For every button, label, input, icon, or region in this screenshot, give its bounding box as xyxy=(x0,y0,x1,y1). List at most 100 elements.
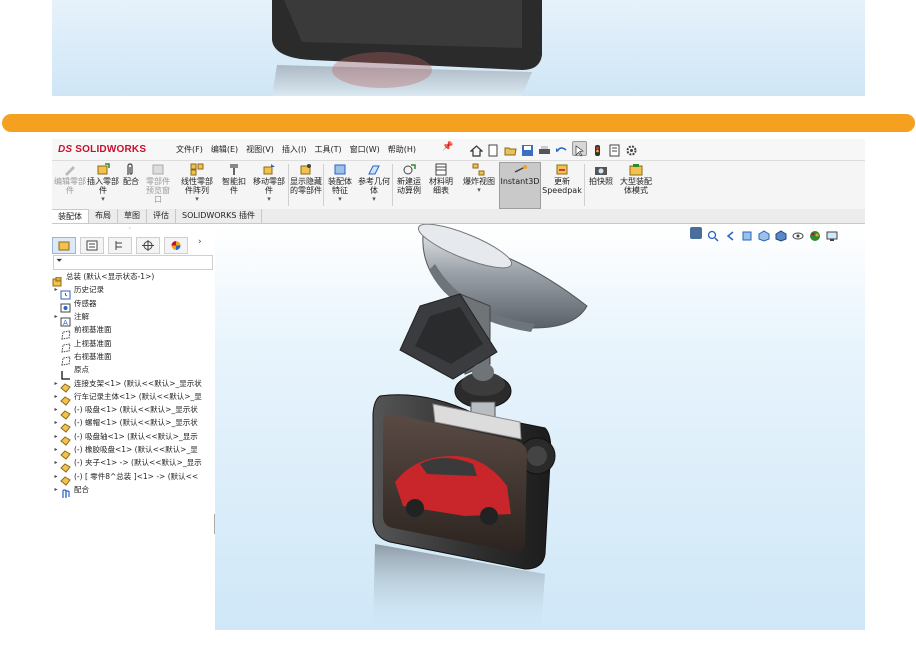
tree-item[interactable]: ▸ (-) 螺帽<1> (默认<<默认>_显示状 xyxy=(52,416,215,433)
assembly-feature-button[interactable]: 装配体特征 ▾ xyxy=(325,163,355,203)
tree-item[interactable]: ▸ (-) 夹子<1> -> (默认<<默认>_显示 xyxy=(52,456,215,473)
tree-item[interactable]: 前视基准面 xyxy=(52,323,215,340)
tree-item[interactable]: ▸ (-) 吸盘<1> (默认<<默认>_显示状 xyxy=(52,403,215,420)
tree-item[interactable]: ▸ (-) 橡胶吸盘<1> (默认<<默认>_显 xyxy=(52,443,215,460)
exploded-view-button[interactable]: 爆炸视图 ▾ xyxy=(462,163,496,194)
tree-item-label: 行车记录主体<1> (默认<<默认>_显 xyxy=(74,391,202,401)
tab-assembly[interactable]: 装配体 xyxy=(52,209,89,223)
move-component-dropdown-icon[interactable]: ▾ xyxy=(267,195,271,203)
tree-item[interactable]: 传感器 xyxy=(52,297,215,313)
tree-item[interactable]: ▸ (-) 吸盘轴<1> (默认<<默认>_显示 xyxy=(52,430,215,446)
print-icon[interactable] xyxy=(538,142,551,155)
expand-arrow-icon[interactable]: ▸ xyxy=(52,473,60,480)
pin-icon[interactable]: 📌 xyxy=(442,142,453,152)
expand-arrow-icon[interactable]: ▸ xyxy=(52,419,60,426)
reference-geometry-button[interactable]: 参考几何体 ▾ xyxy=(357,163,391,203)
smart-fastener-button[interactable]: 智能扣件 xyxy=(219,163,249,195)
move-component-button[interactable]: 移动零部件 ▾ xyxy=(252,163,286,203)
edit-part-button[interactable]: 编辑零部件 xyxy=(54,163,86,195)
expand-arrow-icon[interactable]: ▸ xyxy=(52,313,60,320)
menu-bar: DS SOLIDWORKS 文件(F) 编辑(E) 视图(V) 插入(I) 工具… xyxy=(52,139,865,161)
show-hidden-label: 显示隐藏的零部件 xyxy=(290,177,322,195)
instant3d-label: Instant3D xyxy=(500,177,540,186)
expand-arrow-icon[interactable]: ▸ xyxy=(52,433,60,440)
tree-item[interactable]: ▸ (-) [ 零件8^总装 ]<1> -> (默认<< xyxy=(52,469,215,486)
menu-edit[interactable]: 编辑(E) xyxy=(207,142,242,157)
snapshot-button[interactable]: 拍快照 xyxy=(586,163,616,186)
select-cursor-icon[interactable] xyxy=(572,141,587,157)
home-icon[interactable] xyxy=(469,142,484,157)
tab-evaluate[interactable]: 评估 xyxy=(147,209,176,223)
command-manager: 编辑零部件 插入零部件 ▾ 配合 零部件预览窗口 线性零部件阵列 ▾ 智能扣件 … xyxy=(52,161,865,210)
insert-part-dropdown-icon[interactable]: ▾ xyxy=(101,195,105,203)
menu-help[interactable]: 帮助(H) xyxy=(384,142,420,157)
undo-icon[interactable] xyxy=(555,142,568,155)
dashcam-reflection-image xyxy=(272,0,542,96)
panel-more-icon[interactable]: › xyxy=(198,237,202,254)
toolbar-separator xyxy=(288,164,289,206)
move-component-label: 移动零部件 xyxy=(253,177,285,195)
sensor-icon xyxy=(60,298,71,313)
tab-sketch[interactable]: 草图 xyxy=(118,209,147,223)
reference-geometry-dropdown-icon[interactable]: ▾ xyxy=(372,195,376,203)
menu-insert[interactable]: 插入(I) xyxy=(278,142,311,157)
display-manager-tab-icon[interactable] xyxy=(164,237,188,254)
large-assembly-button[interactable]: 大型装配体模式 xyxy=(619,163,653,195)
expand-arrow-icon[interactable]: ▸ xyxy=(52,446,60,453)
panel-grip-icon[interactable]: ◦ xyxy=(128,225,132,232)
menu-view[interactable]: 视图(V) xyxy=(242,142,278,157)
tree-filter-field[interactable]: ⏷ xyxy=(53,255,213,270)
expand-arrow-icon[interactable]: ▸ xyxy=(52,459,60,466)
expand-arrow-icon[interactable]: ▸ xyxy=(52,380,60,387)
tree-item[interactable]: 上视基准面 xyxy=(52,336,215,353)
tree-item[interactable]: ▸ A 注解 xyxy=(52,310,215,327)
tree-item[interactable]: ▸ 连接支架<1> (默认<<默认>_显示状 xyxy=(52,376,215,393)
linear-pattern-button[interactable]: 线性零部件阵列 ▾ xyxy=(178,163,216,203)
tree-item[interactable]: ▸ 配合 xyxy=(52,483,215,499)
dimxpert-tab-icon[interactable] xyxy=(136,237,160,254)
tree-item[interactable]: 右视基准面 xyxy=(52,350,215,367)
part-icon xyxy=(60,471,71,486)
file-properties-icon[interactable] xyxy=(608,142,621,157)
dashcam-model[interactable] xyxy=(215,224,865,630)
expand-arrow-icon[interactable]: ▸ xyxy=(52,393,60,400)
edit-part-icon xyxy=(65,166,75,176)
exploded-view-dropdown-icon[interactable]: ▾ xyxy=(477,186,481,194)
feature-manager-tab-icon[interactable] xyxy=(52,237,76,254)
tab-layout[interactable]: 布局 xyxy=(89,209,118,223)
menu-tools[interactable]: 工具(T) xyxy=(310,142,345,157)
traffic-light-icon[interactable] xyxy=(591,142,604,156)
bom-button[interactable]: 材料明细表 xyxy=(426,163,456,195)
menu-file[interactable]: 文件(F) xyxy=(172,142,207,157)
part-icon xyxy=(60,431,71,446)
tree-root[interactable]: 总装 (默认<显示状态-1>) xyxy=(52,270,215,287)
tab-addins[interactable]: SOLIDWORKS 插件 xyxy=(176,209,262,223)
tree-item[interactable]: 原点 xyxy=(52,363,215,380)
property-manager-tab-icon[interactable] xyxy=(80,237,104,254)
update-speedpak-button[interactable]: 更新Speedpak xyxy=(542,163,582,195)
plane-icon xyxy=(60,338,71,353)
insert-part-button[interactable]: 插入零部件 ▾ xyxy=(87,163,119,203)
component-preview-button[interactable]: 零部件预览窗口 xyxy=(144,163,172,204)
tree-item-label: 前视基准面 xyxy=(74,325,112,335)
expand-arrow-icon[interactable]: ▸ xyxy=(52,286,60,293)
tree-item[interactable]: ▸ 历史记录 xyxy=(52,283,215,300)
open-folder-icon[interactable] xyxy=(504,142,517,156)
instant3d-button[interactable]: Instant3D xyxy=(499,163,541,186)
show-hidden-button[interactable]: 显示隐藏的零部件 xyxy=(290,163,322,195)
tree-item[interactable]: ▸ 行车记录主体<1> (默认<<默认>_显 xyxy=(52,390,215,407)
tree-item-label: 历史记录 xyxy=(74,285,104,295)
graphics-viewport[interactable] xyxy=(215,224,865,630)
new-document-icon[interactable] xyxy=(487,142,500,157)
new-motion-study-button[interactable]: 新建运动算例 xyxy=(394,163,424,195)
tree-root-label: 总装 (默认<显示状态-1>) xyxy=(66,272,155,282)
menu-window[interactable]: 窗口(W) xyxy=(346,142,384,157)
mate-button[interactable]: 配合 xyxy=(120,163,142,186)
save-icon[interactable] xyxy=(521,142,534,156)
linear-pattern-dropdown-icon[interactable]: ▾ xyxy=(195,195,199,203)
expand-arrow-icon[interactable]: ▸ xyxy=(52,406,60,413)
expand-arrow-icon[interactable]: ▸ xyxy=(52,486,60,493)
configuration-manager-tab-icon[interactable] xyxy=(108,237,132,254)
options-gear-icon[interactable] xyxy=(625,142,638,156)
assembly-feature-dropdown-icon[interactable]: ▾ xyxy=(338,195,342,203)
